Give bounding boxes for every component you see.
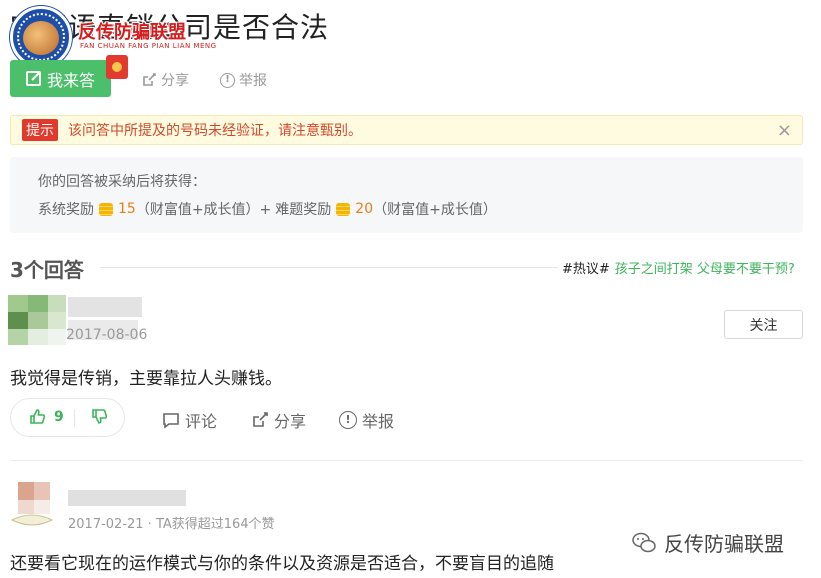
close-icon[interactable]: × — [777, 120, 792, 141]
hard-reward-unit: （财富值+成长值） — [373, 202, 497, 218]
wechat-icon — [632, 532, 656, 554]
blurred-username — [68, 297, 142, 317]
watermark-bottom-text: 反传防骗联盟 — [664, 532, 784, 556]
thumbs-down-icon — [92, 409, 108, 424]
watermark-subtitle: FAN CHUAN FANG PIAN LIAN MENG — [80, 42, 217, 50]
watermark-bottom: 反传防骗联盟 — [632, 528, 784, 557]
coin-icon — [99, 202, 113, 216]
watermark-logo — [10, 6, 72, 68]
dislike-button[interactable] — [91, 408, 108, 429]
thumbs-up-icon — [30, 409, 46, 424]
section-divider — [100, 267, 558, 268]
comment-button[interactable]: 评论 — [162, 408, 217, 432]
system-reward-value: 15 — [118, 201, 136, 217]
watermark-brand: 反传防骗联盟 — [78, 22, 186, 43]
share-label: 分享 — [161, 73, 189, 89]
share-answer-button[interactable]: 分享 — [251, 408, 306, 432]
reward-intro: 你的回答被采纳后将获得： — [38, 174, 206, 190]
hot-topic-link[interactable]: 孩子之间打架 父母要不要干预? — [615, 262, 795, 277]
tip-text: 该问答中所提及的号码未经验证，请注意甄别。 — [68, 123, 362, 139]
red-packet-icon — [106, 55, 128, 79]
answer-button-label: 我来答 — [46, 70, 95, 90]
hard-reward-value: 20 — [355, 201, 374, 217]
report-label: 举报 — [239, 73, 267, 89]
like-button[interactable]: 9 — [29, 408, 64, 425]
report-icon: ! — [220, 72, 235, 88]
share-icon — [143, 73, 156, 86]
follow-button[interactable]: 关注 — [724, 310, 803, 339]
report-answer-button[interactable]: ! 举报 — [339, 408, 394, 432]
comment-label: 评论 — [185, 412, 218, 431]
hot-topic[interactable]: #热议# 孩子之间打架 父母要不要干预? — [562, 258, 795, 277]
avatar[interactable] — [8, 295, 66, 345]
system-reward-unit: （财富值+成长值）+ — [135, 202, 272, 218]
report-question-button[interactable]: ! 举报 — [220, 70, 267, 90]
comment-icon — [163, 413, 179, 429]
hot-topic-tag: #热议# — [562, 262, 610, 277]
coin-icon — [336, 202, 351, 216]
reward-box: 你的回答被采纳后将获得： 系统奖励 15 （财富值+成长值）+ 难题奖励 20 … — [10, 157, 803, 233]
answer-text: 我觉得是传销，主要靠拉人头赚钱。 — [10, 369, 282, 389]
share-question-button[interactable]: 分享 — [141, 70, 189, 90]
system-reward-label: 系统奖励 — [38, 202, 94, 218]
like-count: 9 — [54, 408, 64, 425]
share-icon — [253, 412, 268, 427]
tip-bar: 提示 该问答中所提及的号码未经验证，请注意甄别。 × — [10, 115, 803, 145]
vote-separator — [74, 409, 75, 427]
edit-icon — [25, 71, 41, 86]
answer-button[interactable]: 我来答 — [10, 60, 111, 97]
answer-text: 还要看它现在的运作模式与你的条件以及资源是否适合，不要盲目的追随 — [10, 554, 554, 574]
answer-date: 2017-08-06 — [66, 327, 148, 343]
avatar[interactable] — [8, 480, 56, 528]
answer-divider — [10, 460, 803, 461]
blurred-username — [68, 490, 186, 506]
report-label: 举报 — [362, 412, 395, 431]
vote-box: 9 — [10, 398, 125, 437]
hard-reward-label: 难题奖励 — [275, 202, 332, 218]
report-icon: ! — [339, 411, 357, 429]
tip-tag: 提示 — [22, 119, 58, 141]
reward-details: 系统奖励 15 （财富值+成长值）+ 难题奖励 20 （财富值+成长值） — [38, 199, 497, 219]
answers-count-heading: 3个回答 — [10, 258, 84, 282]
answer-date: 2017-02-21 · TA获得超过164个赞 — [68, 517, 275, 532]
share-label: 分享 — [274, 412, 307, 431]
